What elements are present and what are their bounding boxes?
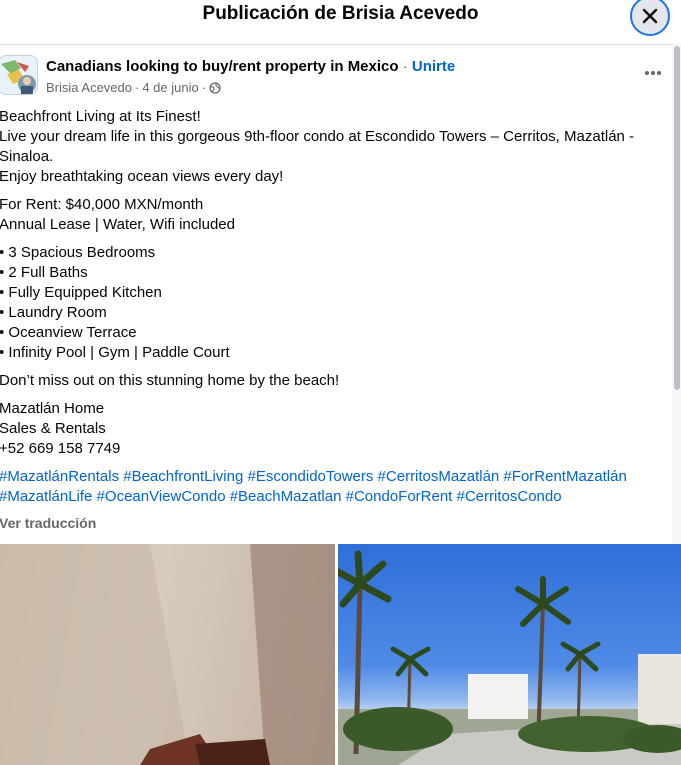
group-title-line: Canadians looking to buy/rent property i… [46, 58, 455, 75]
feature-bullet: • Laundry Room [0, 304, 107, 321]
feature-bullet: • Infinity Pool | Gym | Paddle Court [0, 344, 230, 361]
contact-line: Mazatlán Home [0, 400, 105, 417]
separator: · [135, 80, 140, 95]
group-avatar-image [0, 56, 37, 94]
hashtags-line[interactable]: #MazatlánLife #OceanViewCondo #BeachMaza… [0, 487, 667, 507]
see-translation-link[interactable]: Ver traducción [0, 515, 96, 531]
close-icon [642, 8, 658, 24]
author-link[interactable]: Brisia Acevedo [46, 80, 132, 95]
join-group-link[interactable]: Unirte [412, 58, 455, 75]
photo-interior[interactable] [0, 544, 335, 765]
post-text-line: Annual Lease | Water, Wifi included [0, 216, 235, 233]
group-avatar[interactable] [0, 55, 38, 95]
post-text-line: For Rent: $40,000 MXN/month [0, 196, 204, 213]
post-date-link[interactable]: 4 de junio [142, 80, 198, 95]
hashtags-line[interactable]: #MazatlánRentals #BeachfrontLiving #Esco… [0, 467, 667, 487]
photo-grid [0, 544, 681, 765]
post-text-line: Beachfront Living at Its Finest! [0, 108, 201, 125]
feature-bullet: • Fully Equipped Kitchen [0, 284, 162, 301]
separator: · [201, 80, 207, 95]
post-text-line: Don’t miss out on this stunning home by … [0, 372, 340, 389]
interior-photo-image [0, 544, 335, 765]
scrollbar-thumb[interactable] [674, 46, 680, 390]
dialog-header: Publicación de Brisia Acevedo [0, 0, 681, 45]
post-text-line: Sinaloa. [0, 148, 54, 165]
dialog-title: Publicación de Brisia Acevedo [202, 3, 479, 24]
feature-bullet: • 3 Spacious Bedrooms [0, 244, 156, 261]
more-options-icon [645, 71, 661, 75]
contact-line: Sales & Rentals [0, 420, 106, 437]
photo-exterior[interactable] [338, 544, 681, 765]
post-text-line: Live your dream life in this gorgeous 9t… [0, 128, 635, 145]
post-text-line: Enjoy breathtaking ocean views every day… [0, 168, 284, 185]
separator: · [402, 58, 408, 75]
feature-bullet: • 2 Full Baths [0, 264, 88, 281]
exterior-photo-image [338, 550, 681, 765]
post-meta: Brisia Acevedo · 4 de junio · [46, 80, 221, 95]
globe-icon[interactable] [209, 81, 221, 94]
close-button[interactable] [630, 0, 670, 36]
group-name-link[interactable]: Canadians looking to buy/rent property i… [46, 58, 399, 75]
more-options-button[interactable] [644, 65, 662, 76]
feature-bullet: • Oceanview Terrace [0, 324, 137, 341]
contact-phone: +52 669 158 7749 [0, 440, 121, 457]
post-body: Beachfront Living at Its Finest! Live yo… [0, 107, 667, 507]
